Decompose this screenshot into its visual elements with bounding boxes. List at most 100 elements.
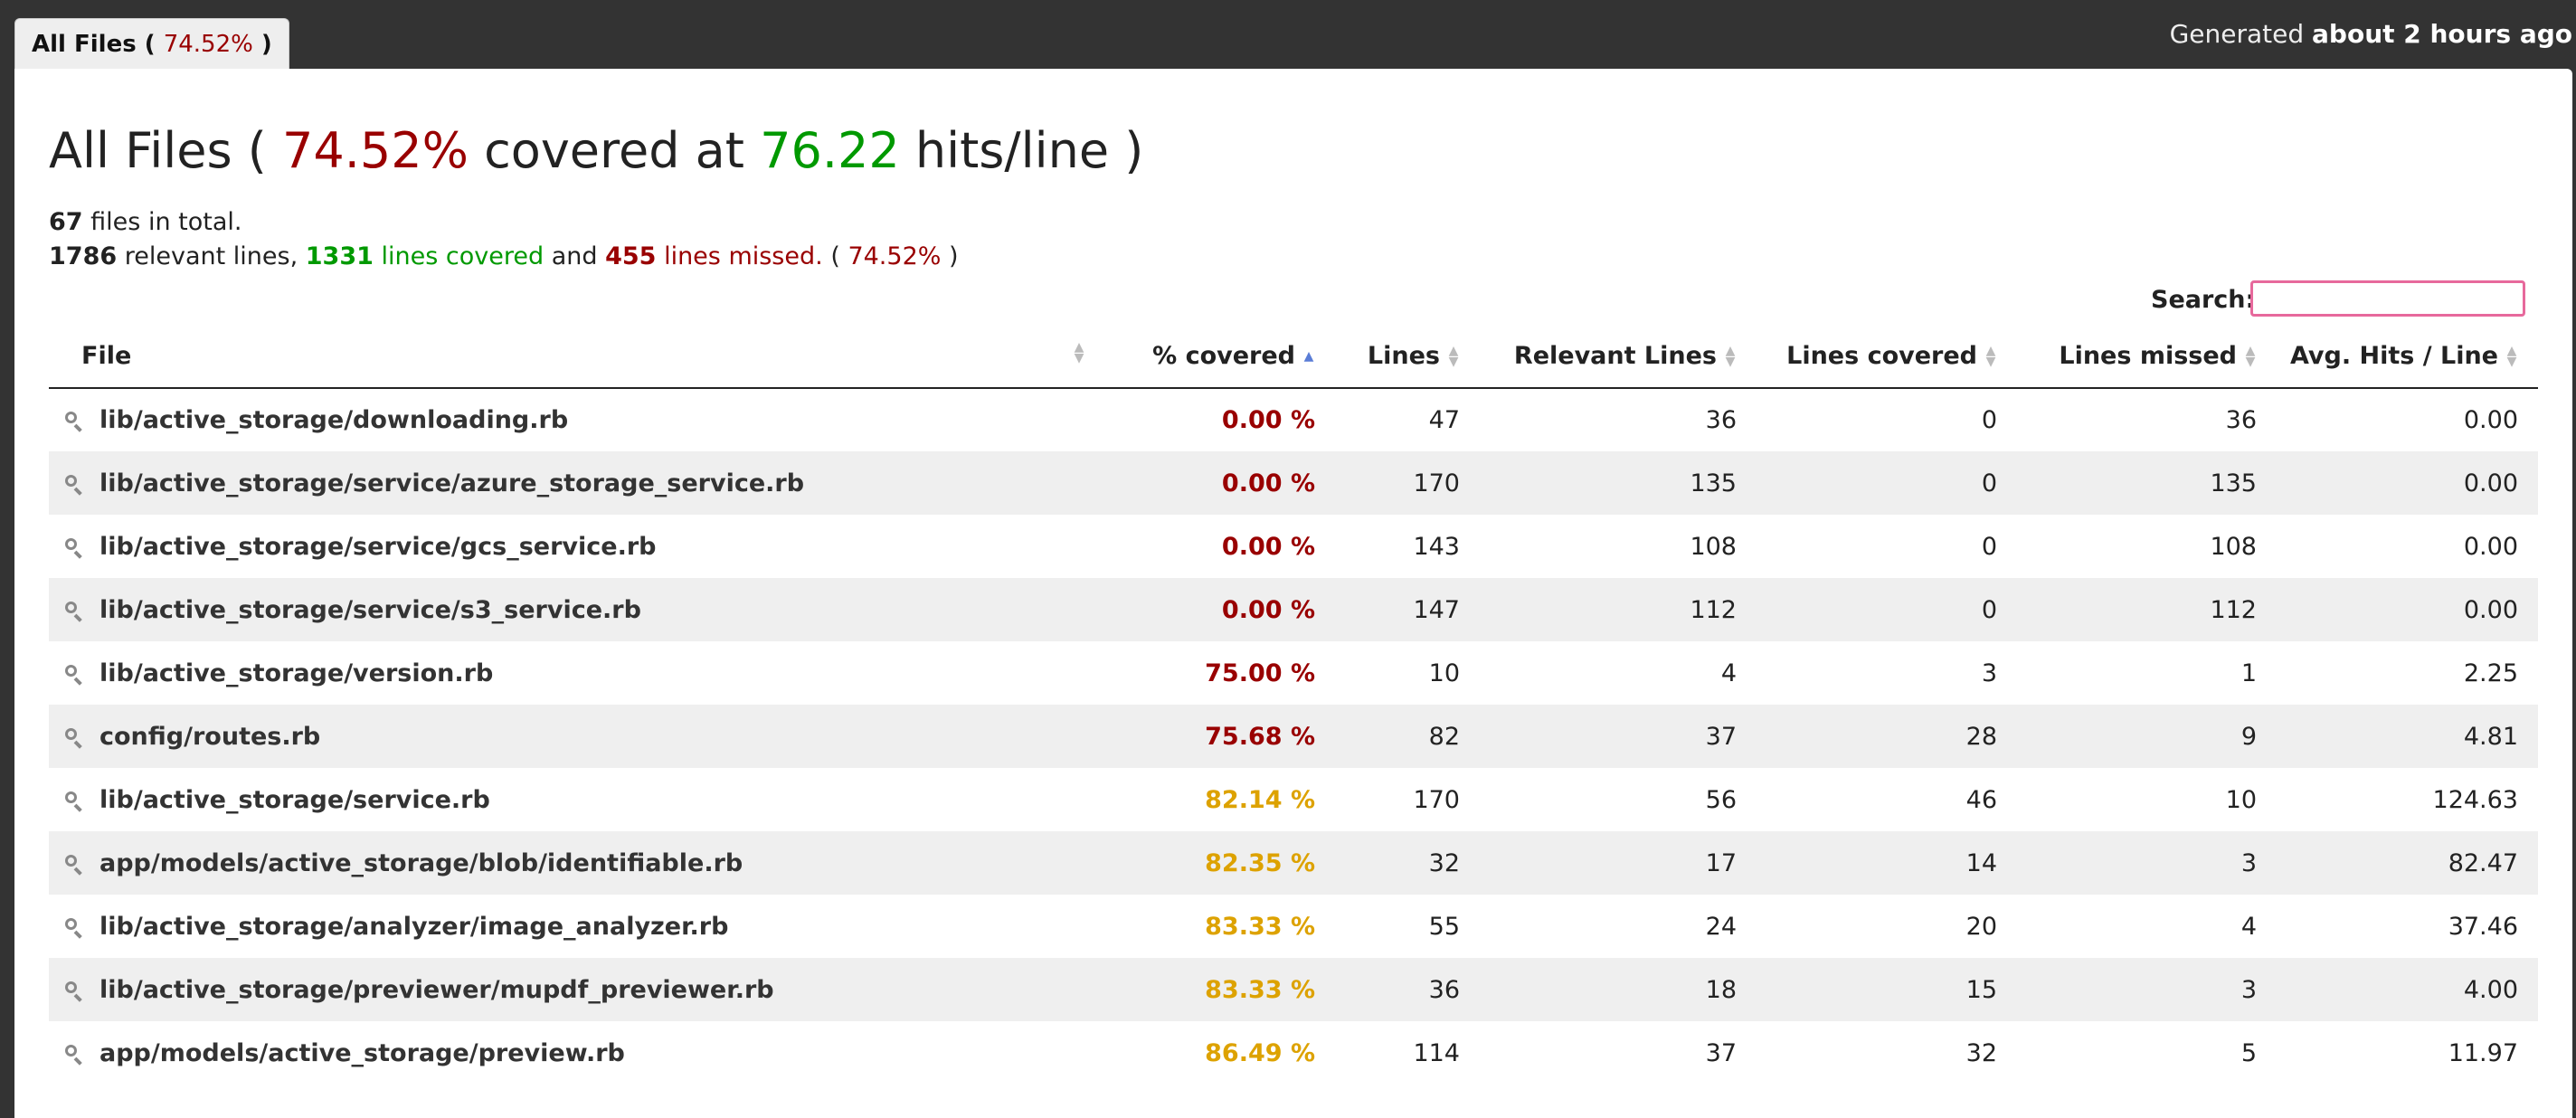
file-cell: app/models/active_storage/blob/identifia… <box>49 831 1098 895</box>
sort-asc-icon: ▲ <box>1303 349 1314 364</box>
file-link[interactable]: lib/active_storage/service/s3_service.rb <box>99 596 641 624</box>
covered-cell: 82.14 % <box>1205 785 1315 814</box>
lines-covered-cell: 15 <box>1965 975 1997 1004</box>
avg-cell: 0.00 <box>2463 406 2518 434</box>
file-link[interactable]: lib/active_storage/service.rb <box>99 786 490 814</box>
avg-cell: 2.25 <box>2463 658 2518 687</box>
table-row: app/models/active_storage/blob/identifia… <box>49 831 2538 895</box>
avg-cell: 0.00 <box>2463 469 2518 497</box>
covered-cell: 0.00 % <box>1221 595 1315 624</box>
pct-open: ( <box>830 242 840 270</box>
column-label-relevant: Relevant Lines <box>1513 341 1717 370</box>
sort-icon: ▲ ▼ <box>2506 344 2517 369</box>
title-hits: 76.22 <box>760 122 900 179</box>
tab-label-suffix: ) <box>260 31 272 58</box>
file-link[interactable]: app/models/active_storage/preview.rb <box>99 1039 625 1067</box>
files-count: 67 <box>49 208 83 236</box>
covered-cell: 75.00 % <box>1205 658 1315 687</box>
file-cell: config/routes.rb <box>49 705 1098 768</box>
file-cell: lib/active_storage/service/gcs_service.r… <box>49 515 1098 578</box>
file-link[interactable]: lib/active_storage/previewer/mupdf_previ… <box>99 976 774 1004</box>
lines-covered-cell: 0 <box>1981 595 1997 624</box>
avg-cell: 11.97 <box>2448 1038 2518 1067</box>
column-header-lines-covered[interactable]: Lines covered ▲ ▼ <box>1757 324 2017 389</box>
column-label-lines-missed: Lines missed <box>2059 341 2237 370</box>
avg-cell: 0.00 <box>2463 532 2518 561</box>
file-cell: lib/active_storage/version.rb <box>49 641 1098 705</box>
tab-all-files[interactable]: All Files ( 74.52% ) <box>14 18 289 69</box>
lines-cell: 36 <box>1428 975 1460 1004</box>
file-link[interactable]: config/routes.rb <box>99 723 320 751</box>
column-header-file[interactable]: File ▲ ▼ <box>49 324 1098 389</box>
file-link[interactable]: lib/active_storage/analyzer/image_analyz… <box>99 913 728 941</box>
relevant-cell: 37 <box>1705 1038 1737 1067</box>
avg-cell: 124.63 <box>2432 785 2518 814</box>
file-cell: lib/active_storage/downloading.rb <box>49 388 1098 451</box>
lines-covered-cell: 32 <box>1965 1038 1997 1067</box>
lines-cell: 170 <box>1413 785 1460 814</box>
file-cell: lib/active_storage/analyzer/image_analyz… <box>49 895 1098 958</box>
tab-label-prefix: All Files ( <box>32 31 156 58</box>
avg-cell: 4.00 <box>2463 975 2518 1004</box>
title-coverage-pct: 74.52% <box>282 122 469 179</box>
file-cell: app/models/active_storage/preview.rb <box>49 1021 1098 1085</box>
lines-summary: 1786 relevant lines, 1331 lines covered … <box>49 241 959 273</box>
relevant-cell: 18 <box>1705 975 1737 1004</box>
lines-missed-cell: 5 <box>2240 1038 2257 1067</box>
lines-missed-cell: 10 <box>2225 785 2257 814</box>
sort-icon: ▲ ▼ <box>1074 339 1084 365</box>
file-link[interactable]: lib/active_storage/service/gcs_service.r… <box>99 533 656 561</box>
lines-missed-cell: 4 <box>2240 912 2257 941</box>
relevant-cell: 17 <box>1705 848 1737 877</box>
lines-cell: 32 <box>1428 848 1460 877</box>
column-header-covered[interactable]: % covered ▲ <box>1098 324 1335 389</box>
and-text: and <box>551 242 598 270</box>
covered-cell: 82.35 % <box>1205 848 1315 877</box>
lines-covered-cell: 0 <box>1981 469 1997 497</box>
summary-coverage-pct: 74.52% <box>848 242 942 270</box>
file-link[interactable]: lib/active_storage/downloading.rb <box>99 406 568 434</box>
magnifier-icon <box>65 854 83 873</box>
table-row: config/routes.rb 75.68 % 82 37 28 9 4.81 <box>49 705 2538 768</box>
table-row: lib/active_storage/downloading.rb 0.00 % 4… <box>49 388 2538 451</box>
sort-icon: ▲ ▼ <box>1725 344 1736 369</box>
lines-missed-cell: 3 <box>2240 848 2257 877</box>
generated-prefix: Generated <box>2169 19 2305 49</box>
file-link[interactable]: app/models/active_storage/blob/identifia… <box>99 849 743 877</box>
column-header-lines-missed[interactable]: Lines missed ▲ ▼ <box>2017 324 2277 389</box>
relevant-cell: 112 <box>1690 595 1737 624</box>
file-link[interactable]: lib/active_storage/service/azure_storage… <box>99 469 804 497</box>
magnifier-icon <box>65 664 83 683</box>
magnifier-icon <box>65 412 83 430</box>
lines-missed-cell: 1 <box>2240 658 2257 687</box>
lines-covered-cell: 0 <box>1981 406 1997 434</box>
sort-icon: ▲ ▼ <box>1985 344 1996 369</box>
pct-close: ) <box>949 242 959 270</box>
covered-cell: 0.00 % <box>1221 532 1315 561</box>
files-summary: 67 files in total. <box>49 206 242 239</box>
column-header-lines[interactable]: Lines ▲ ▼ <box>1335 324 1480 389</box>
lines-missed-cell: 112 <box>2210 595 2257 624</box>
table-row: app/models/active_storage/preview.rb 86.4… <box>49 1021 2538 1085</box>
relevant-count: 1786 <box>49 242 118 270</box>
table-row: lib/active_storage/service/azure_storage… <box>49 451 2538 515</box>
lines-cell: 143 <box>1413 532 1460 561</box>
lines-covered-cell: 14 <box>1965 848 1997 877</box>
table-header-row: File ▲ ▼ % covered ▲ Lines ▲ ▼ Relevant Line… <box>49 324 2538 389</box>
top-bar: All Files ( 74.52% ) Generated about 2 h… <box>0 0 2576 69</box>
table-row: lib/active_storage/version.rb 75.00 % 10 4 3… <box>49 641 2538 705</box>
missed-text: lines missed. <box>664 242 823 270</box>
sort-icon: ▲ ▼ <box>1448 344 1459 369</box>
magnifier-icon <box>65 474 83 493</box>
search-input[interactable] <box>2250 280 2525 317</box>
column-header-relevant[interactable]: Relevant Lines ▲ ▼ <box>1480 324 1757 389</box>
file-link[interactable]: lib/active_storage/version.rb <box>99 659 493 687</box>
coverage-table: File ▲ ▼ % covered ▲ Lines ▲ ▼ Relevant Line… <box>49 324 2538 1085</box>
page-title: All Files ( 74.52% covered at 76.22 hits… <box>49 119 1143 183</box>
table-row: lib/active_storage/service.rb 82.14 % 170 5… <box>49 768 2538 831</box>
column-header-avg[interactable]: Avg. Hits / Line ▲ ▼ <box>2277 324 2538 389</box>
lines-missed-cell: 36 <box>2225 406 2257 434</box>
relevant-cell: 36 <box>1705 406 1737 434</box>
magnifier-icon <box>65 537 83 556</box>
table-row: lib/active_storage/service/gcs_service.r… <box>49 515 2538 578</box>
